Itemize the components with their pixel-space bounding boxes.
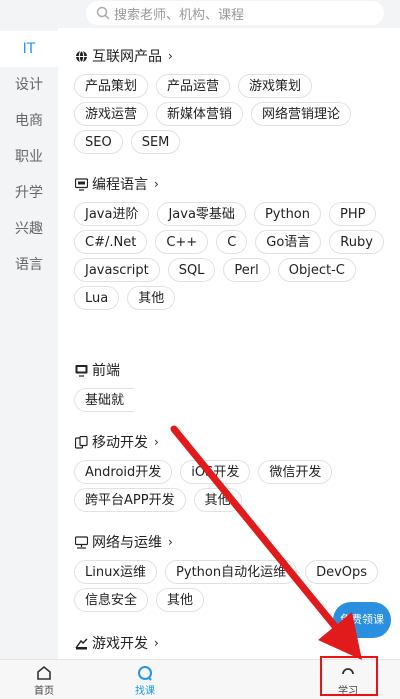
sidebar-item-design[interactable]: 设计 [0, 67, 58, 103]
tag-chip[interactable]: 产品策划 [74, 74, 149, 98]
tag-chip[interactable]: 基础就 [74, 388, 135, 412]
section-title[interactable]: 编程语言 › [74, 172, 392, 196]
sidebar-item-career[interactable]: 职业 [0, 139, 58, 175]
category-sidebar: IT 设计 电商 职业 升学 兴趣 语言 [0, 28, 58, 659]
tag-chip[interactable]: Ruby [329, 230, 384, 254]
tag-chip[interactable]: Java零基础 [157, 202, 246, 226]
tag-chip[interactable]: PHP [329, 202, 377, 226]
section-title[interactable]: 网络与运维 › [74, 530, 392, 554]
promo-label: 免费领课 [333, 602, 391, 638]
tag-chip[interactable]: Perl [223, 258, 270, 282]
section-internet-product: 互联网产品 › 产品策划 产品运营 游戏策划 游戏运营 新媒体营销 网络营销理论… [74, 44, 392, 158]
section-title-text: 互联网产品 [92, 49, 162, 65]
monitor-code-icon [74, 177, 88, 191]
home-icon [37, 665, 51, 680]
tag-chip[interactable]: Javascript [74, 258, 160, 282]
sidebar-item-interest[interactable]: 兴趣 [0, 211, 58, 247]
tag-chip[interactable]: DevOps [305, 560, 379, 584]
section-title-text: 编程语言 [92, 177, 148, 193]
chevron-right-icon: › [154, 636, 159, 650]
network-icon [74, 535, 88, 549]
tag-chip[interactable]: 微信开发 [258, 460, 333, 484]
tag-chip[interactable]: C [216, 230, 248, 254]
tag-chip[interactable]: Python [253, 202, 321, 226]
search-placeholder: 搜索老师、机构、课程 [114, 7, 245, 23]
tag-chip[interactable]: C#/.Net [74, 230, 148, 254]
section-title-text: 网络与运维 [92, 535, 162, 551]
free-course-promo[interactable]: 免费领课 [333, 602, 391, 650]
tag-chip[interactable]: Java进阶 [74, 202, 150, 226]
tab-find-course[interactable]: 找课 [115, 662, 175, 698]
tag-chip[interactable]: 产品运营 [156, 74, 231, 98]
section-mobile-dev: 移动开发 › Android开发 iOS开发 微信开发 跨平台APP开发 其他 [74, 430, 392, 516]
sidebar-item-it[interactable]: IT [0, 31, 58, 67]
section-title-text: 游戏开发 [92, 636, 148, 652]
mobile-copy-icon [74, 435, 88, 449]
tag-chip[interactable]: 跨平台APP开发 [74, 488, 186, 512]
tab-home-label: 首页 [34, 686, 54, 697]
search-bar: 搜索老师、机构、课程 [0, 0, 400, 28]
section-programming-language: 编程语言 › Java进阶 Java零基础 Python PHP C#/.Net… [74, 172, 392, 314]
tag-chip[interactable]: SQL [167, 258, 216, 282]
search-input[interactable]: 搜索老师、机构、课程 [86, 1, 384, 25]
tag-chip[interactable]: Lua [74, 286, 120, 310]
tag-chip[interactable]: 新媒体营销 [156, 102, 244, 126]
tag-chip[interactable]: 游戏运营 [74, 102, 149, 126]
tab-home[interactable]: 首页 [14, 662, 74, 698]
annotation-highlight-box [320, 656, 378, 696]
section-title[interactable]: 移动开发 › [74, 430, 392, 454]
tag-chip[interactable]: Python自动化运维 [165, 560, 298, 584]
obscured-region [136, 358, 400, 416]
tag-chip[interactable]: Go语言 [255, 230, 322, 254]
tag-chip[interactable]: Android开发 [74, 460, 173, 484]
sidebar-item-language[interactable]: 语言 [0, 247, 58, 283]
tag-chip[interactable]: 其他 [156, 588, 205, 612]
tag-chip[interactable]: iOS开发 [180, 460, 251, 484]
tag-chip[interactable]: 其他 [127, 286, 176, 310]
sidebar-item-education[interactable]: 升学 [0, 175, 58, 211]
tag-chip[interactable]: Linux运维 [74, 560, 158, 584]
chevron-right-icon: › [168, 49, 173, 63]
tag-chip[interactable]: SEM [130, 130, 181, 154]
tag-chip[interactable]: 游戏策划 [238, 74, 313, 98]
section-title[interactable]: 互联网产品 › [74, 44, 392, 68]
tag-chip[interactable]: 其他 [193, 488, 242, 512]
tag-chip[interactable]: 网络营销理论 [251, 102, 352, 126]
category-content: 互联网产品 › 产品策划 产品运营 游戏策划 游戏运营 新媒体营销 网络营销理论… [58, 28, 400, 659]
find-course-icon [138, 666, 152, 681]
chevron-right-icon: › [154, 177, 159, 191]
search-icon [96, 6, 110, 20]
monitor-icon [74, 363, 88, 377]
tab-find-label: 找课 [135, 686, 155, 697]
tag-chip[interactable]: SEO [74, 130, 123, 154]
tag-chip[interactable]: 信息安全 [74, 588, 149, 612]
tag-chip[interactable]: C++ [155, 230, 209, 254]
section-title-text: 前端 [92, 363, 120, 379]
sidebar-item-ecommerce[interactable]: 电商 [0, 103, 58, 139]
game-icon [74, 636, 88, 650]
chevron-right-icon: › [154, 435, 159, 449]
tag-chip[interactable]: Object-C [277, 258, 356, 282]
globe-icon [74, 49, 88, 63]
chevron-right-icon: › [168, 535, 173, 549]
section-title-text: 移动开发 [92, 435, 148, 451]
